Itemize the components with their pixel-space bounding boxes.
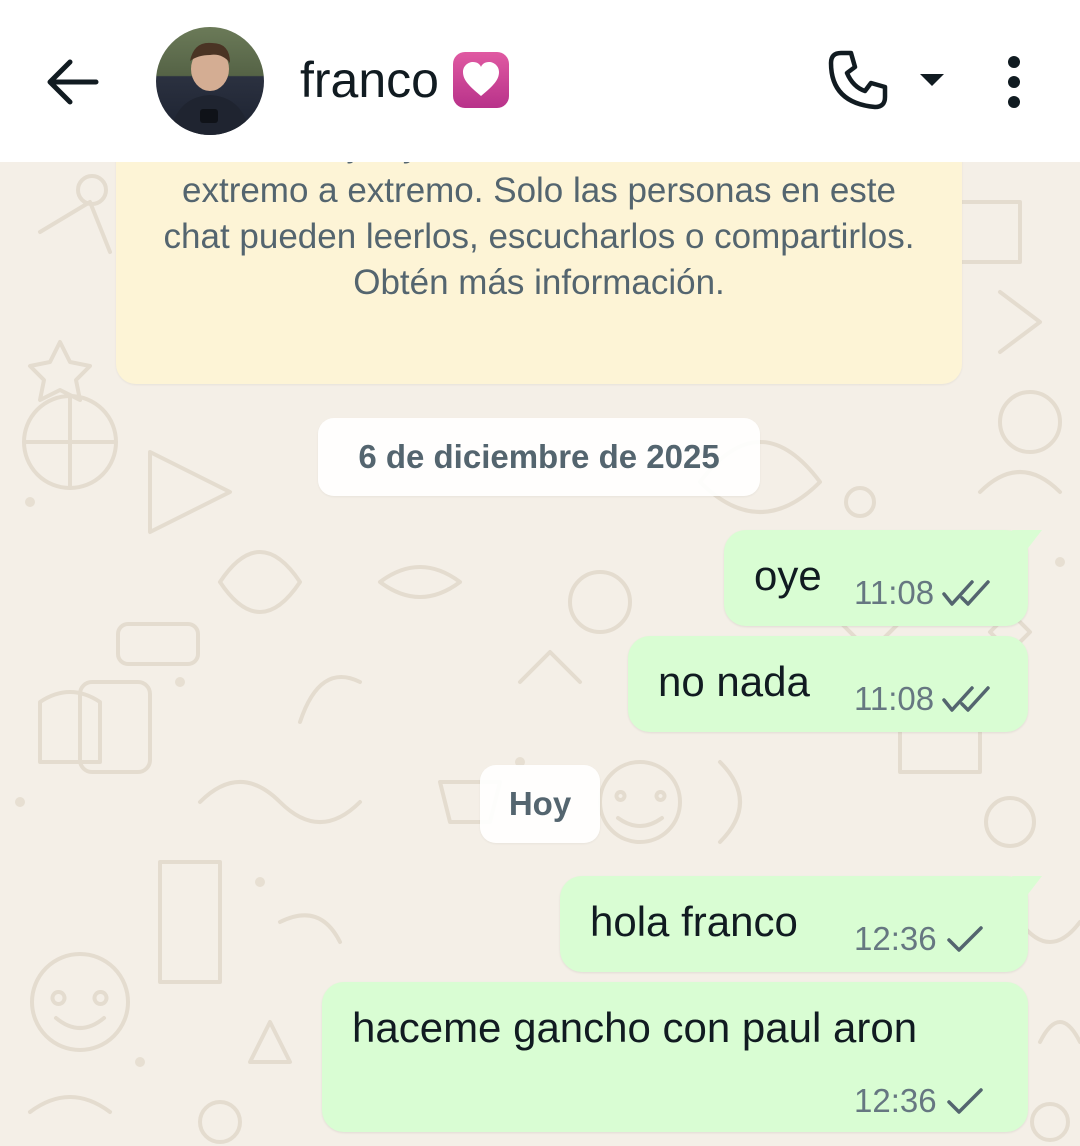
caret-down-icon: [920, 74, 944, 86]
message-text: haceme gancho con paul aron: [352, 1004, 918, 1051]
message-text: oye: [754, 552, 822, 599]
chat-area[interactable]: Los mensajes y las llamadas están cifrad…: [0, 162, 1080, 1146]
message-time: 12:36: [854, 920, 937, 957]
message-bubble-outgoing[interactable]: hola franco 12:36: [560, 876, 1042, 972]
contact-name-text: franco: [300, 52, 439, 108]
message-meta: 12:36: [854, 920, 985, 958]
message-text: hola franco: [590, 898, 798, 945]
chat-header: franco: [0, 0, 1080, 162]
date-separator: 6 de diciembre de 2025: [318, 418, 760, 496]
bubble-tail: [1012, 876, 1042, 902]
message-time: 12:36: [854, 1082, 937, 1119]
back-arrow-icon: [47, 59, 99, 105]
double-check-icon: [942, 686, 990, 712]
encryption-notice-text: Los mensajes y las llamadas están cifrad…: [163, 162, 915, 302]
message-meta: 11:08: [854, 574, 994, 612]
avatar[interactable]: [156, 27, 264, 135]
more-options-button[interactable]: [990, 44, 1038, 120]
bubble-tail: [1012, 530, 1042, 556]
message-meta: 11:08: [854, 680, 994, 718]
check-icon: [946, 926, 983, 952]
double-check-icon: [942, 580, 990, 606]
date-separator: Hoy: [480, 765, 600, 843]
check-icon: [946, 1088, 983, 1114]
message-bubble-outgoing[interactable]: oye 11:08: [724, 530, 1042, 626]
message-meta: 12:36: [854, 1082, 985, 1120]
back-button[interactable]: [40, 52, 104, 112]
heart-icon: [452, 52, 509, 108]
call-options-dropdown[interactable]: [910, 60, 954, 100]
message-time: 11:08: [854, 680, 935, 717]
message-bubble-outgoing[interactable]: no nada 11:08: [628, 636, 1028, 732]
more-vert-icon: [1008, 56, 1020, 108]
profile-photo: [170, 42, 250, 135]
phone-icon: [828, 50, 888, 110]
message-bubble-outgoing[interactable]: haceme gancho con paul aron 12:36: [322, 982, 1028, 1132]
message-time: 11:08: [854, 574, 935, 611]
voice-call-button[interactable]: [822, 44, 894, 116]
contact-name[interactable]: franco: [300, 50, 509, 110]
encryption-notice[interactable]: Los mensajes y las llamadas están cifrad…: [116, 162, 962, 384]
message-text: no nada: [658, 658, 810, 705]
